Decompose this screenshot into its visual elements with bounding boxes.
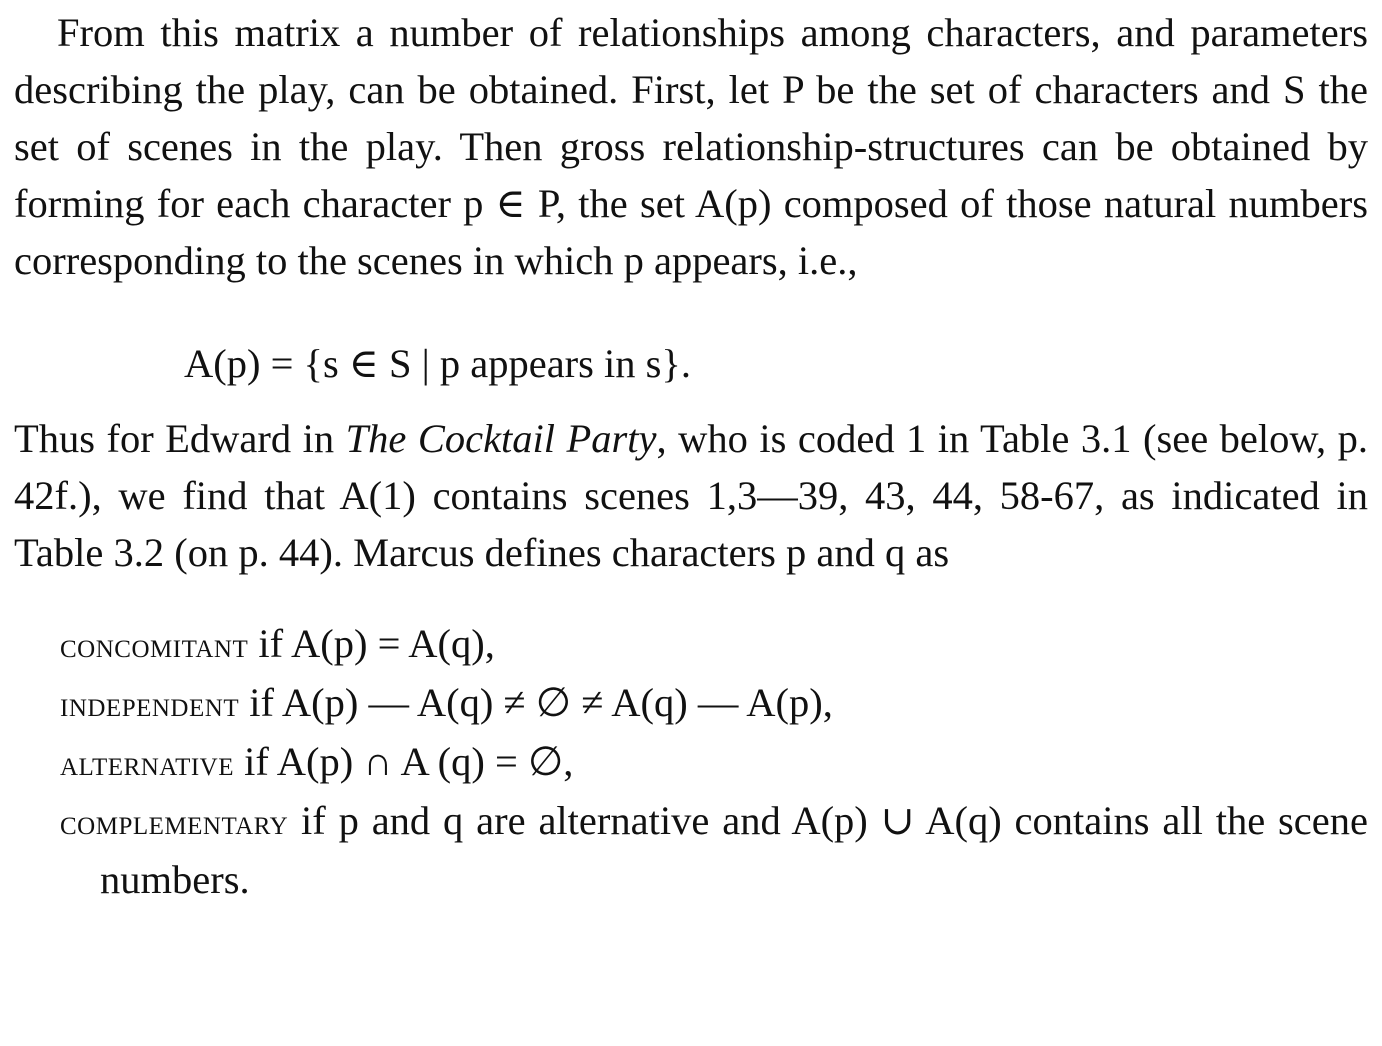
- definition-alternative-text: if A(p) ∩ A (q) = ∅,: [234, 739, 574, 784]
- definition-independent: INDEPENDENT if A(p) — A(q) ≠ ∅ ≠ A(q) — …: [60, 674, 1368, 733]
- play-title: The Cocktail Party: [345, 416, 657, 461]
- definition-alternative: ALTERNATIVE if A(p) ∩ A (q) = ∅,: [60, 733, 1368, 792]
- set-definition-equation: A(p) = {s ∈ S | p appears in s}.: [184, 341, 692, 386]
- definition-complementary: COMPLEMENTARY if p and q are alternative…: [60, 792, 1368, 908]
- definition-concomitant-text: if A(p) = A(q),: [248, 621, 495, 666]
- term-alternative: ALTERNATIVE: [60, 743, 235, 783]
- example-paragraph: Thus for Edward in The Cocktail Party, w…: [14, 410, 1368, 581]
- example-text-start: Thus for Edward in: [14, 416, 346, 461]
- relationship-definitions: CONCOMITANT if A(p) = A(q), INDEPENDENT …: [14, 615, 1368, 908]
- definition-independent-text: if A(p) — A(q) ≠ ∅ ≠ A(q) — A(p),: [239, 680, 833, 725]
- intro-paragraph: From this matrix a number of relationshi…: [14, 10, 1368, 283]
- term-complementary: COMPLEMENTARY: [60, 802, 289, 842]
- definition-complementary-text: if p and q are alternative and A(p) ∪ A(…: [100, 798, 1368, 902]
- definition-concomitant: CONCOMITANT if A(p) = A(q),: [60, 615, 1368, 674]
- term-concomitant: CONCOMITANT: [60, 625, 249, 665]
- document-page: From this matrix a number of relationshi…: [14, 0, 1368, 908]
- term-independent: INDEPENDENT: [60, 684, 240, 724]
